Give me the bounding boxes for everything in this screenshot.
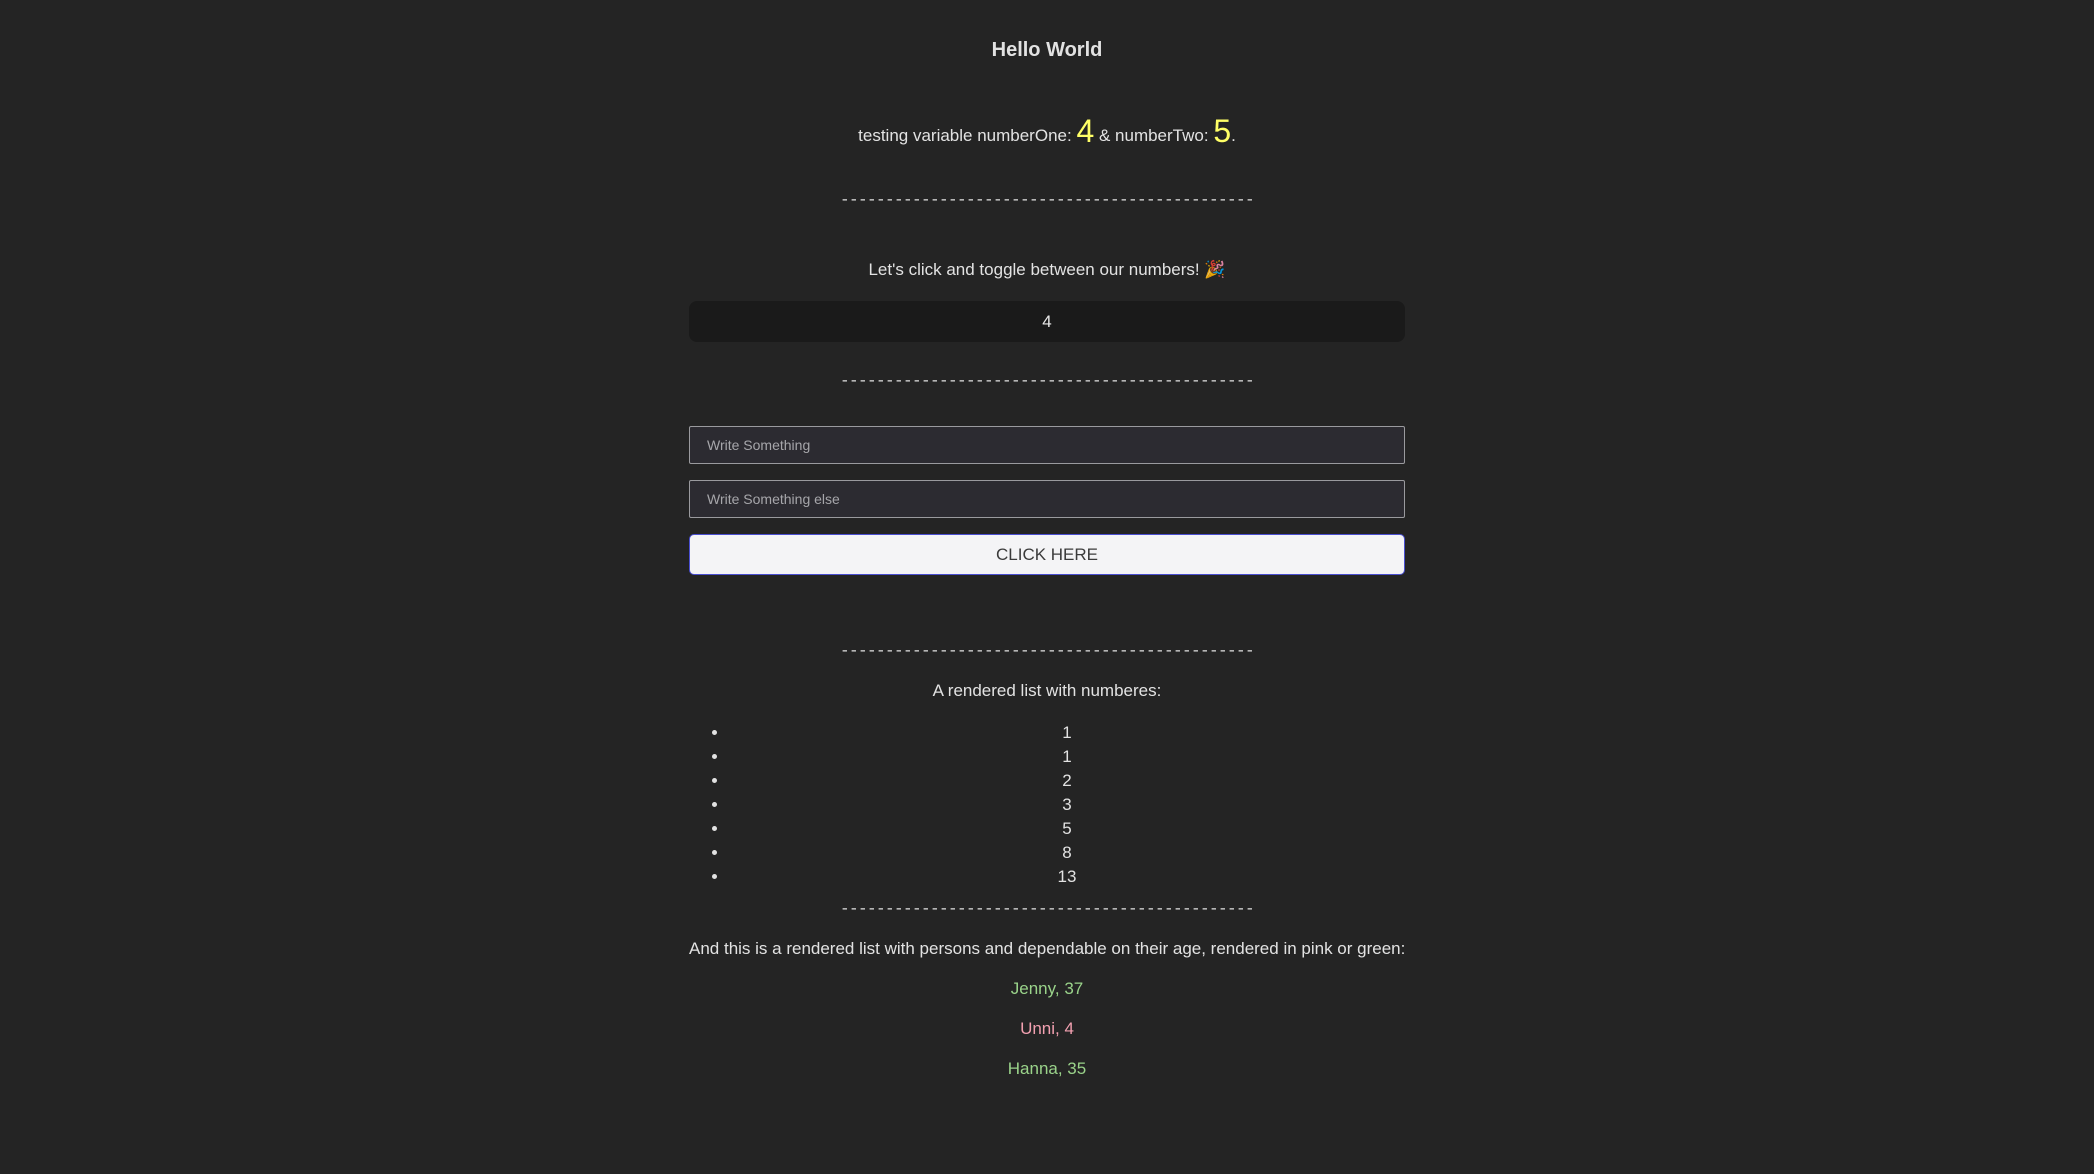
- number-two-value: 5: [1213, 113, 1232, 149]
- page-title: Hello World: [991, 39, 1103, 61]
- variables-prefix: testing variable numberOne:: [858, 126, 1072, 145]
- list-item: 8: [729, 841, 1405, 865]
- toggle-number-button[interactable]: 4: [689, 301, 1405, 342]
- divider: ----------------------------------------…: [839, 642, 1255, 660]
- divider: ----------------------------------------…: [839, 372, 1255, 390]
- divider: ----------------------------------------…: [839, 900, 1255, 918]
- write-something-else-input[interactable]: [689, 480, 1405, 518]
- number-list-title: A rendered list with numberes:: [932, 681, 1162, 700]
- variables-suffix: .: [1231, 126, 1236, 145]
- list-item: 1: [729, 721, 1405, 745]
- list-item: 13: [729, 865, 1405, 889]
- click-here-button[interactable]: CLICK HERE: [689, 534, 1405, 575]
- person-item: Jenny, 37: [1010, 979, 1084, 998]
- person-item: Hanna, 35: [1007, 1059, 1087, 1078]
- list-item: 2: [729, 769, 1405, 793]
- person-item: Unni, 4: [1020, 1019, 1074, 1038]
- persons-list-title: And this is a rendered list with persons…: [689, 939, 1406, 958]
- variables-line: testing variable numberOne: 4 & numberTw…: [689, 114, 1405, 148]
- variables-middle: & numberTwo:: [1098, 126, 1209, 145]
- app-container: Hello World testing variable numberOne: …: [689, 0, 1405, 1079]
- list-item: 3: [729, 793, 1405, 817]
- number-one-value: 4: [1076, 113, 1095, 149]
- write-something-input[interactable]: [689, 426, 1405, 464]
- list-item: 5: [729, 817, 1405, 841]
- toggle-instructions: Let's click and toggle between our numbe…: [868, 260, 1226, 279]
- list-item: 1: [729, 745, 1405, 769]
- divider: ----------------------------------------…: [839, 191, 1255, 209]
- number-list: 1 1 2 3 5 8 13: [689, 721, 1405, 889]
